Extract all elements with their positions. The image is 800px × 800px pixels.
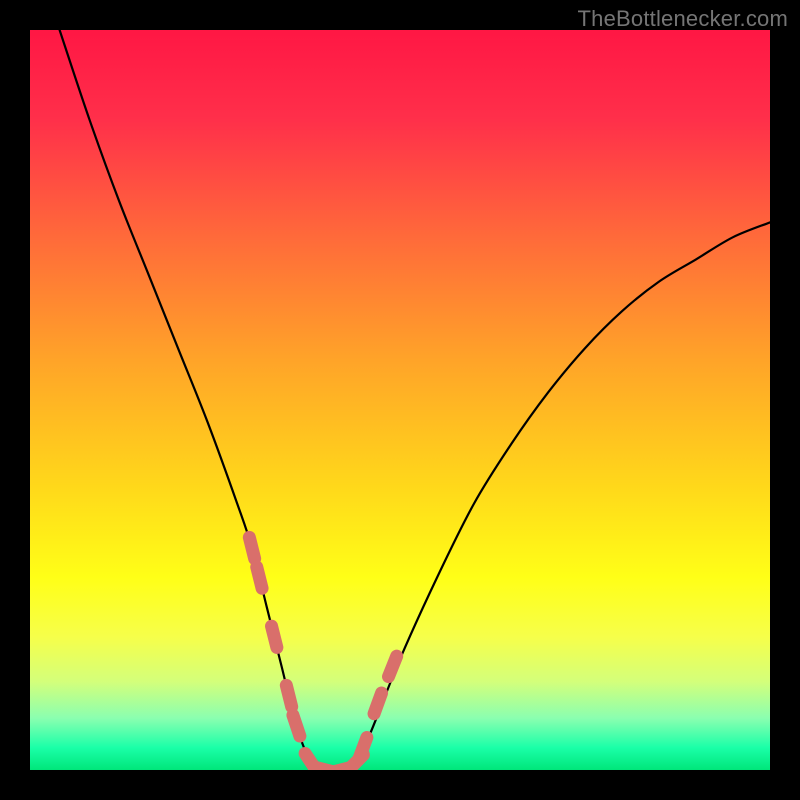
marker-dot [257,567,262,588]
marker-dot [359,738,367,759]
outer-frame: TheBottlenecker.com [0,0,800,800]
marker-dot [374,693,382,714]
marker-dot [286,685,291,706]
marker-dot [249,537,254,558]
chart-svg [30,30,770,770]
marker-dot [389,656,397,676]
marker-dot [272,626,277,647]
marker-dot [293,715,300,736]
plot-area [30,30,770,770]
watermark-text: TheBottlenecker.com [578,6,788,32]
